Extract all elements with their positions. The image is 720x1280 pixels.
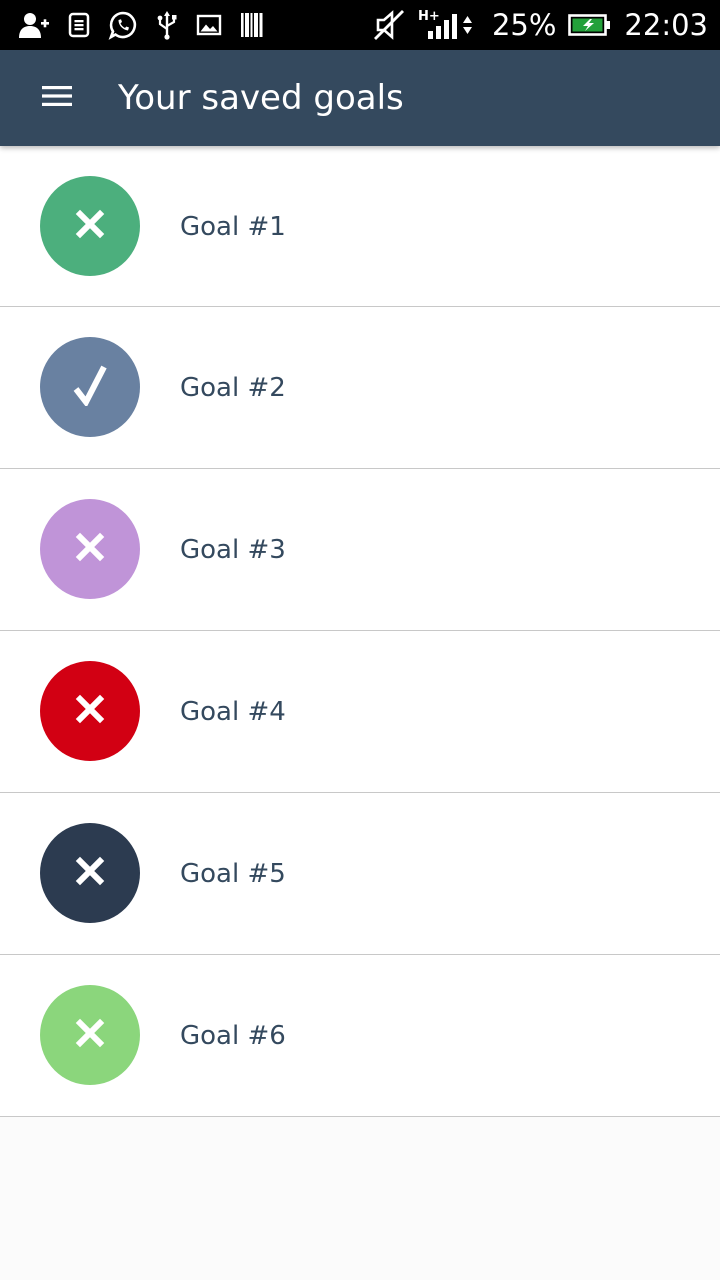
mute-icon — [372, 8, 406, 42]
goal-item[interactable]: Goal #3 — [0, 469, 720, 631]
clock: 22:03 — [624, 8, 708, 42]
check-icon — [73, 364, 107, 411]
goal-item[interactable]: Goal #1 — [0, 146, 720, 307]
status-bar: H+ 25% 22:03 — [0, 0, 720, 50]
goal-item[interactable]: Goal #4 — [0, 631, 720, 793]
close-icon — [75, 856, 105, 891]
goal-item[interactable]: Goal #6 — [0, 955, 720, 1117]
whatsapp-icon — [108, 10, 138, 40]
signal-icon: H+ — [418, 7, 480, 43]
goal-status-badge — [40, 499, 140, 599]
goal-status-badge — [40, 337, 140, 437]
battery-percent: 25% — [491, 8, 557, 42]
goal-label: Goal #5 — [180, 859, 286, 889]
page-title: Your saved goals — [118, 78, 404, 118]
app-bar: Your saved goals — [0, 50, 720, 146]
notification-icons — [18, 8, 264, 42]
goal-status-badge — [40, 176, 140, 276]
goal-status-badge — [40, 823, 140, 923]
close-icon — [75, 1018, 105, 1053]
close-icon — [75, 209, 105, 244]
close-icon — [75, 694, 105, 729]
image-icon — [196, 13, 222, 37]
menu-button[interactable] — [26, 75, 88, 121]
barcode-icon — [240, 12, 264, 38]
close-icon — [75, 532, 105, 567]
system-status: H+ 25% 22:03 — [372, 6, 708, 44]
add-contact-icon — [18, 11, 50, 39]
goal-status-badge — [40, 661, 140, 761]
goal-label: Goal #2 — [180, 373, 286, 403]
goal-list: Goal #1 Goal #2 Goal #3 Goal #4 Goal #5 … — [0, 146, 720, 1117]
network-type-label: H+ — [418, 9, 440, 24]
goal-item[interactable]: Goal #5 — [0, 793, 720, 955]
goal-label: Goal #3 — [180, 535, 286, 565]
goal-label: Goal #4 — [180, 697, 286, 727]
goal-status-badge — [40, 985, 140, 1085]
goal-label: Goal #6 — [180, 1021, 286, 1051]
battery-icon — [568, 12, 612, 38]
goal-item[interactable]: Goal #2 — [0, 307, 720, 469]
goal-label: Goal #1 — [180, 212, 286, 242]
hamburger-menu-icon[interactable] — [41, 84, 73, 113]
usb-icon — [156, 10, 178, 40]
sim-card-icon — [68, 12, 90, 38]
